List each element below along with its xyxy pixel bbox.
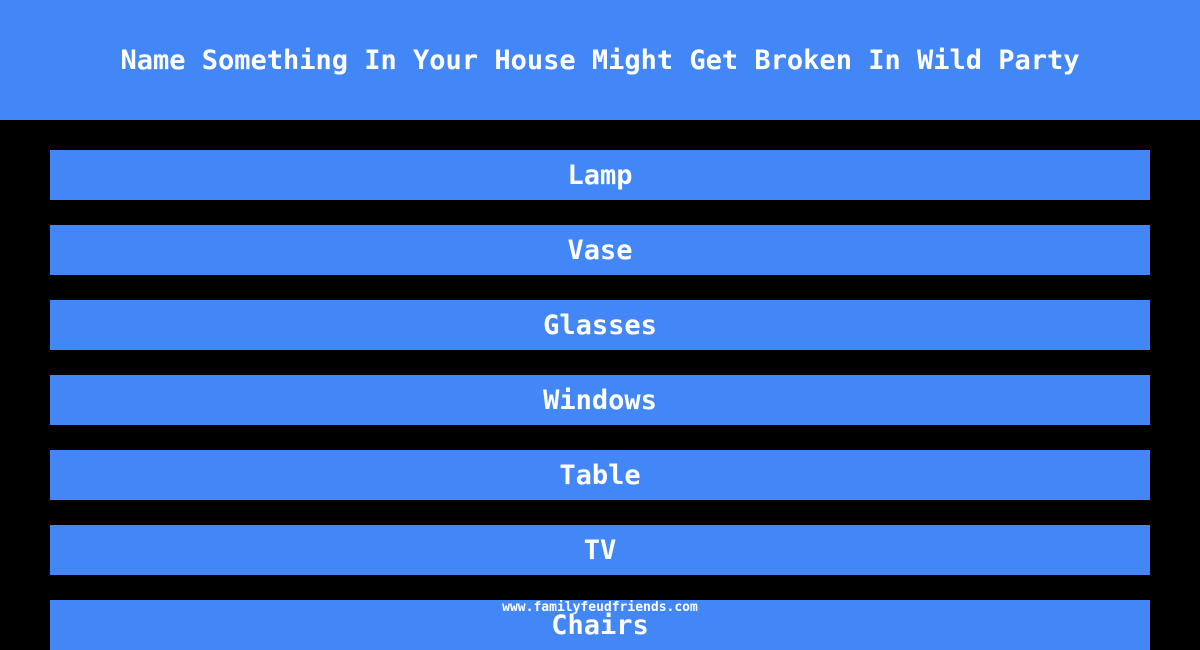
- answer-row: Windows: [50, 375, 1150, 425]
- answer-row: Glasses: [50, 300, 1150, 350]
- answer-row: Lamp: [50, 150, 1150, 200]
- question-title: Name Something In Your House Might Get B…: [120, 44, 1080, 76]
- site-watermark: www.familyfeudfriends.com: [502, 600, 698, 615]
- question-header: Name Something In Your House Might Get B…: [0, 0, 1200, 120]
- answer-label: Windows: [543, 384, 657, 416]
- answer-row: Vase: [50, 225, 1150, 275]
- answer-label: Table: [559, 459, 641, 491]
- answer-row: TV: [50, 525, 1150, 575]
- answer-label: TV: [583, 534, 617, 566]
- answer-label: Glasses: [543, 309, 657, 341]
- answer-label: Lamp: [567, 159, 633, 191]
- answer-row: Table: [50, 450, 1150, 500]
- answer-label: Vase: [567, 234, 633, 266]
